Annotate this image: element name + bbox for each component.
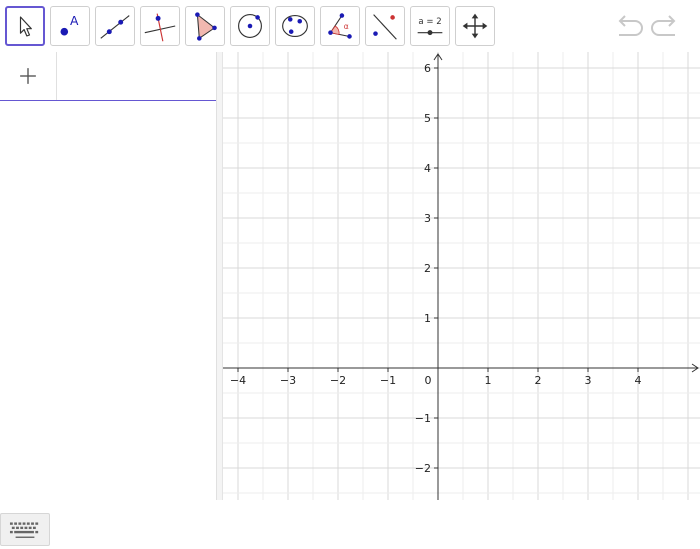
slider-tool-button[interactable]: a = 2 <box>410 6 450 46</box>
x-tick-label: −1 <box>380 374 396 387</box>
y-tick-label: 1 <box>424 312 431 325</box>
move-graphics-view-tool-button[interactable] <box>455 6 495 46</box>
y-tick-label: 3 <box>424 212 431 225</box>
y-tick-label: 5 <box>424 112 431 125</box>
y-tick-label: 2 <box>424 262 431 275</box>
x-tick-label: 4 <box>635 374 642 387</box>
coordinate-plane[interactable]: −4 −3 −2 −1 0 1 2 3 4 6 5 4 3 2 1 −1 −2 <box>223 52 700 500</box>
circle-center-point-tool-button[interactable] <box>230 6 270 46</box>
algebra-view <box>0 52 216 546</box>
polygon-tool-button[interactable] <box>185 6 225 46</box>
perpendicular-line-icon <box>144 13 176 42</box>
y-tick-label: 4 <box>424 162 431 175</box>
point-tool-label: A <box>70 14 79 28</box>
y-tick-label: −1 <box>415 412 431 425</box>
x-tick-label: −2 <box>330 374 346 387</box>
reflect-line-icon <box>373 14 397 40</box>
x-axis-tick-labels: −4 −3 −2 −1 0 1 2 3 4 <box>230 374 642 387</box>
reflect-about-line-tool-button[interactable] <box>365 6 405 46</box>
axes <box>223 53 699 500</box>
undo-button[interactable] <box>612 12 644 40</box>
angle-tool-button[interactable]: α <box>320 6 360 46</box>
circle-center-icon <box>238 14 262 38</box>
graphics-view[interactable]: −4 −3 −2 −1 0 1 2 3 4 6 5 4 3 2 1 −1 −2 <box>223 52 700 500</box>
circle-three-points-icon <box>282 14 308 38</box>
algebra-input-row[interactable] <box>0 52 216 101</box>
x-tick-label: 0 <box>425 374 432 387</box>
y-tick-label: −2 <box>415 462 431 475</box>
x-tick-label: 2 <box>535 374 542 387</box>
angle-tool-label: α <box>344 22 349 31</box>
grid <box>223 52 700 500</box>
line-tool-button[interactable] <box>95 6 135 46</box>
point-icon: A <box>60 14 79 36</box>
redo-icon <box>651 15 676 36</box>
polygon-icon <box>195 12 217 41</box>
x-tick-label: 1 <box>485 374 492 387</box>
redo-button[interactable] <box>650 12 682 40</box>
line-through-points-icon <box>100 15 130 39</box>
y-tick-label: 6 <box>424 62 431 75</box>
move-tool-button[interactable] <box>5 6 45 46</box>
perpendicular-line-tool-button[interactable] <box>140 6 180 46</box>
keyboard-button[interactable] <box>0 513 50 546</box>
point-tool-button[interactable]: A <box>50 6 90 46</box>
slider-icon: a = 2 <box>417 17 443 36</box>
view-divider[interactable] <box>216 52 223 500</box>
circle-three-points-tool-button[interactable] <box>275 6 315 46</box>
keyboard-icon <box>9 522 39 538</box>
cursor-arrow-icon <box>19 16 32 37</box>
move-arrows-icon <box>462 13 488 39</box>
plus-icon <box>20 68 36 84</box>
toolbar: A α a = 2 <box>0 0 700 52</box>
undo-icon <box>618 15 643 36</box>
x-tick-label: 3 <box>585 374 592 387</box>
angle-icon: α <box>328 13 352 39</box>
x-tick-label: −3 <box>280 374 296 387</box>
x-tick-label: −4 <box>230 374 246 387</box>
add-input-button[interactable] <box>0 52 57 100</box>
slider-tool-label: a = 2 <box>418 17 441 27</box>
